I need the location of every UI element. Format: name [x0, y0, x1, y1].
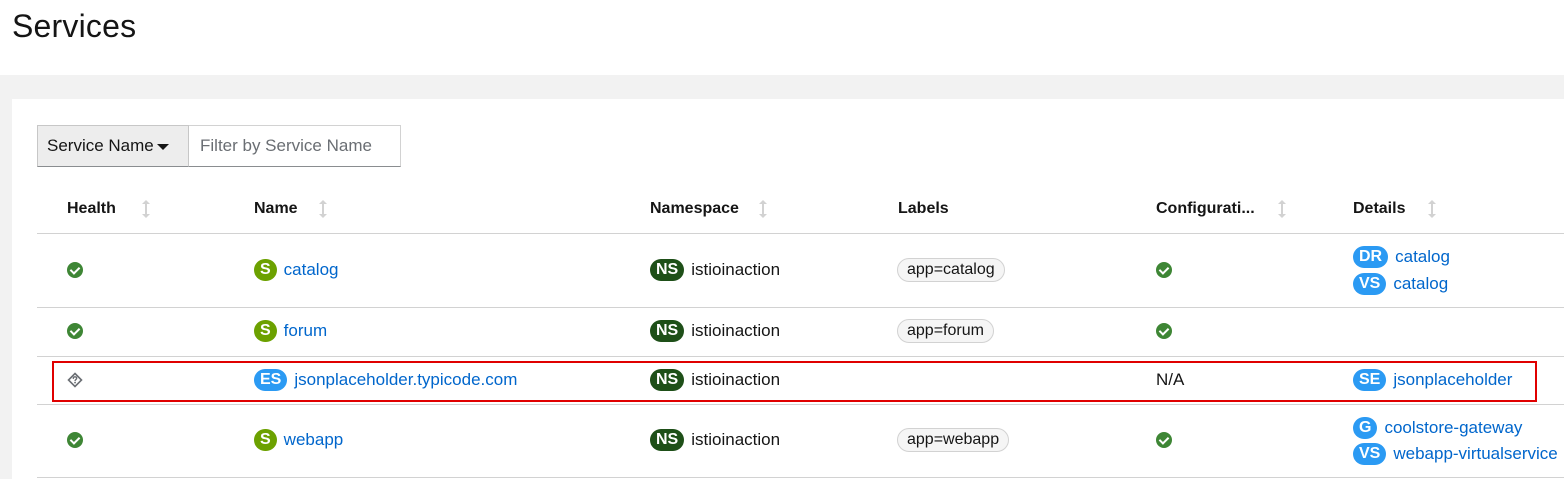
highlight-box — [52, 361, 1537, 402]
virtual-service-badge: VS — [1353, 443, 1387, 465]
column-header-labels: Labels — [898, 200, 949, 218]
caret-down-icon — [156, 144, 169, 150]
details-link[interactable]: webapp-virtualservice — [1393, 444, 1557, 464]
row-divider — [37, 356, 1564, 357]
health-cell — [67, 262, 83, 278]
config-cell — [1156, 432, 1172, 448]
column-header-label: Details — [1353, 200, 1406, 217]
column-header-label: Name — [254, 200, 298, 217]
check-circle-icon — [67, 432, 83, 448]
filter-type-label: Service Name — [47, 136, 154, 155]
sort-icon[interactable] — [1277, 200, 1287, 218]
row-divider — [37, 477, 1564, 478]
labels-cell: app=webapp — [897, 428, 1010, 452]
column-header-label: Namespace — [650, 200, 739, 217]
filter-toolbar: Service Name — [37, 125, 401, 167]
namespace-cell: NS istioinaction — [650, 259, 780, 281]
sort-icon[interactable] — [1427, 200, 1437, 218]
service-badge: S — [254, 259, 277, 281]
sort-icon[interactable] — [141, 200, 151, 218]
column-header-details[interactable]: Details — [1353, 200, 1437, 218]
check-circle-icon — [1156, 323, 1172, 339]
label-chip: app=catalog — [897, 258, 1005, 282]
details-item: G coolstore-gateway — [1353, 417, 1522, 439]
namespace-text: istioinaction — [691, 430, 781, 449]
name-cell: S webapp — [254, 429, 343, 451]
details-link[interactable]: coolstore-gateway — [1384, 418, 1522, 438]
destination-rule-badge: DR — [1353, 246, 1389, 268]
header-divider — [37, 233, 1564, 234]
label-chip: app=forum — [897, 319, 994, 343]
details-link[interactable]: catalog — [1395, 247, 1450, 267]
label-chip: app=webapp — [897, 428, 1010, 452]
virtual-service-badge: VS — [1353, 273, 1387, 295]
details-item: DR catalog — [1353, 246, 1450, 268]
column-header-health[interactable]: Health — [67, 200, 151, 218]
service-link[interactable]: webapp — [284, 430, 344, 450]
config-cell — [1156, 323, 1172, 339]
page-title: Services — [12, 8, 137, 44]
details-item: VS webapp-virtualservice — [1353, 443, 1558, 465]
details-link[interactable]: catalog — [1393, 274, 1448, 294]
config-cell — [1156, 262, 1172, 278]
column-header-configuration[interactable]: Configurati... — [1156, 200, 1287, 218]
namespace-cell: NS istioinaction — [650, 429, 780, 451]
row-divider — [37, 404, 1564, 405]
name-cell: S catalog — [254, 259, 339, 281]
gateway-badge: G — [1353, 417, 1378, 439]
health-cell — [67, 432, 83, 448]
column-header-name[interactable]: Name — [254, 200, 328, 218]
check-circle-icon — [1156, 262, 1172, 278]
labels-cell: app=forum — [897, 319, 994, 343]
sort-icon[interactable] — [758, 200, 768, 218]
namespace-text: istioinaction — [691, 321, 781, 340]
namespace-cell: NS istioinaction — [650, 320, 780, 342]
details-item: VS catalog — [1353, 273, 1448, 295]
check-circle-icon — [67, 262, 83, 278]
name-cell: S forum — [254, 320, 327, 342]
labels-cell: app=catalog — [897, 258, 1005, 282]
service-link[interactable]: forum — [284, 321, 327, 341]
service-badge: S — [254, 320, 277, 342]
namespace-badge: NS — [650, 320, 685, 342]
column-header-label: Labels — [898, 200, 949, 217]
namespace-badge: NS — [650, 259, 685, 281]
page-header: Services — [0, 0, 1564, 75]
check-circle-icon — [1156, 432, 1172, 448]
filter-type-dropdown[interactable]: Service Name — [37, 125, 189, 167]
column-header-label: Health — [67, 200, 116, 217]
service-link[interactable]: catalog — [284, 260, 339, 280]
sort-icon[interactable] — [318, 200, 328, 218]
filter-input[interactable] — [189, 125, 401, 167]
namespace-text: istioinaction — [691, 260, 781, 279]
check-circle-icon — [67, 323, 83, 339]
health-cell — [67, 323, 83, 339]
row-divider — [37, 307, 1564, 308]
namespace-badge: NS — [650, 429, 685, 451]
service-badge: S — [254, 429, 277, 451]
column-header-label: Configurati... — [1156, 200, 1255, 217]
column-header-namespace[interactable]: Namespace — [650, 200, 768, 218]
